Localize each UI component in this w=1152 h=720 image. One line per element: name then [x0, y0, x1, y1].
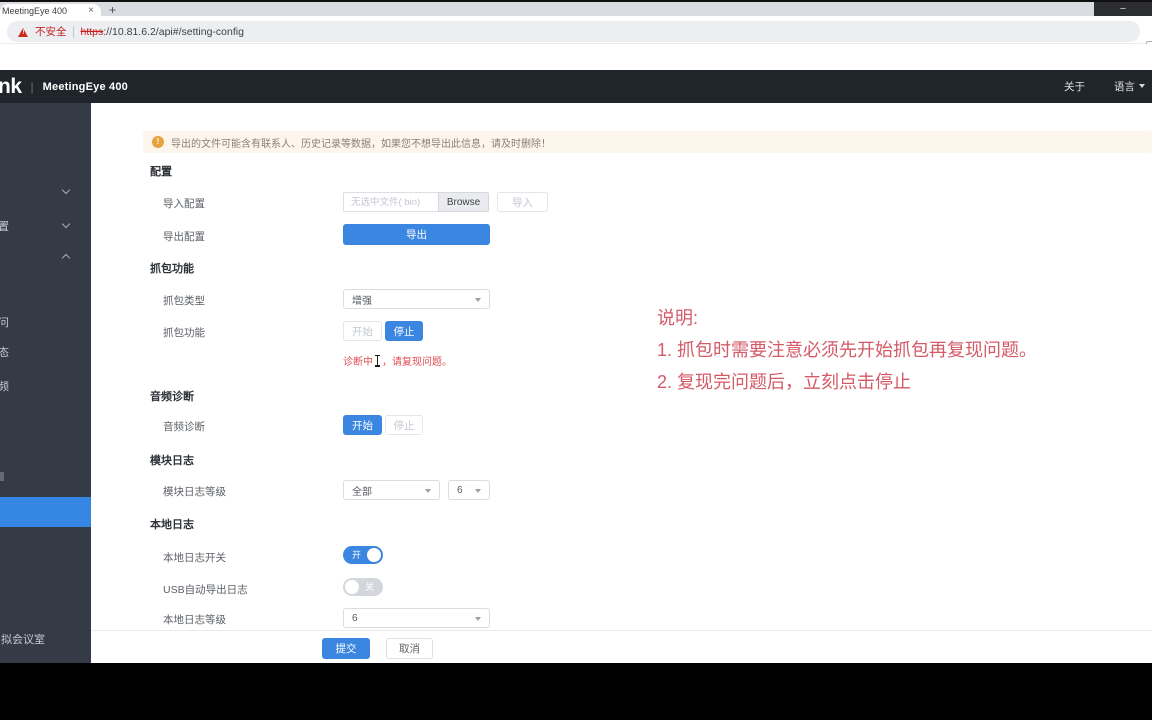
export-button[interactable]: 导出 — [343, 224, 490, 245]
module-log-level-label: 模块日志等级 — [163, 484, 226, 499]
local-log-level-select[interactable]: 6 — [343, 608, 490, 628]
module-log-number-value: 6 — [457, 485, 463, 496]
section-title-audio: 音频诊断 — [150, 388, 194, 404]
omnibox-divider — [73, 26, 74, 38]
sidebar-item-status[interactable]: 态 — [0, 344, 9, 360]
bookmarks-band — [0, 44, 1152, 70]
sidebar-item-partial[interactable] — [0, 472, 4, 481]
annotation-title: 说明: — [657, 302, 1037, 334]
capture-type-value: 增强 — [352, 292, 372, 307]
warning-banner-text: 导出的文件可能含有联系人、历史记录等数据，如果您不想导出此信息，请及时删除！ — [171, 135, 551, 150]
capture-type-select[interactable]: 增强 — [343, 289, 490, 309]
chevron-down-icon[interactable] — [62, 186, 70, 194]
usb-export-toggle[interactable]: 关 — [343, 578, 383, 596]
screen: MeetingEye 400 × + − ! 不安全 https ://10.8… — [0, 0, 1152, 720]
import-file-input[interactable] — [343, 192, 438, 212]
main-content: ! 导出的文件可能含有联系人、历史记录等数据，如果您不想导出此信息，请及时删除！… — [91, 103, 1152, 663]
select-caret-icon — [475, 617, 481, 621]
toggle-knob — [367, 548, 381, 562]
import-config-label: 导入配置 — [163, 196, 205, 211]
select-caret-icon — [475, 298, 481, 302]
module-log-number-select[interactable]: 6 — [448, 480, 490, 500]
language-caret-icon — [1139, 84, 1145, 88]
toggle-knob — [345, 580, 359, 594]
browser-toolbar: ! 不安全 https ://10.81.6.2/api#/setting-co… — [0, 16, 1152, 44]
sidebar-nav: 置 问 态 频 拟会议室 — [0, 103, 91, 663]
sidebar-item-selected[interactable] — [0, 497, 91, 527]
module-log-level-select[interactable]: 全部 — [343, 480, 440, 500]
module-log-level-value: 全部 — [352, 483, 372, 498]
security-warning-icon[interactable]: ! — [18, 27, 29, 37]
form-footer: 提交 取消 — [91, 630, 1152, 663]
local-log-toggle[interactable]: 开 — [343, 546, 383, 564]
about-link[interactable]: 关于 — [1064, 79, 1085, 94]
tab-title: MeetingEye 400 — [2, 6, 67, 16]
warning-circle-icon: ! — [152, 136, 164, 148]
capture-type-label: 抓包类型 — [163, 293, 205, 308]
app-header: nk | MeetingEye 400 关于 语言 — [0, 70, 1152, 103]
section-title-config: 配置 — [150, 163, 172, 179]
new-tab-icon[interactable]: + — [109, 3, 116, 17]
annotation-line-1: 1. 抓包时需要注意必须先开始抓包再复现问题。 — [657, 334, 1037, 366]
toggle-on-label: 开 — [352, 550, 361, 560]
capture-start-button[interactable]: 开始 — [343, 321, 382, 341]
local-log-level-label: 本地日志等级 — [163, 612, 226, 627]
section-title-module-log: 模块日志 — [150, 452, 194, 468]
sidebar-item-virtual-meeting-room[interactable]: 拟会议室 — [1, 631, 45, 647]
sidebar-item-access[interactable]: 问 — [0, 314, 9, 330]
local-log-switch-label: 本地日志开关 — [163, 550, 226, 565]
logo-divider: | — [31, 80, 34, 94]
url-text: ://10.81.6.2/api#/setting-config — [103, 26, 244, 38]
warning-banner: ! 导出的文件可能含有联系人、历史记录等数据，如果您不想导出此信息，请及时删除！ — [143, 131, 1152, 153]
chevron-down-icon[interactable] — [62, 220, 70, 228]
usb-export-label: USB自动导出日志 — [163, 582, 248, 597]
submit-button[interactable]: 提交 — [322, 638, 370, 659]
cancel-button[interactable]: 取消 — [386, 638, 433, 659]
select-caret-icon — [425, 489, 431, 493]
yealink-logo: nk — [0, 75, 22, 99]
letterbox-bar — [0, 663, 1152, 720]
browse-button[interactable]: Browse — [438, 192, 489, 212]
product-name: MeetingEye 400 — [43, 81, 128, 93]
minimize-icon[interactable]: − — [1120, 4, 1126, 14]
sidebar-item-audio-video[interactable]: 频 — [0, 378, 9, 394]
audio-diag-label: 音频诊断 — [163, 419, 205, 434]
toggle-off-label: 关 — [365, 582, 374, 592]
annotation-line-2: 2. 复现完问题后，立刻点击停止 — [657, 366, 1037, 398]
select-caret-icon — [475, 489, 481, 493]
text-cursor — [374, 355, 381, 367]
tab-strip: MeetingEye 400 × + − — [0, 0, 1152, 16]
address-bar[interactable]: ! 不安全 https ://10.81.6.2/api#/setting-co… — [7, 21, 1140, 42]
chevron-up-icon[interactable] — [62, 254, 70, 262]
language-link[interactable]: 语言 — [1114, 79, 1135, 94]
section-title-local-log: 本地日志 — [150, 516, 194, 532]
warning-exclamation: ! — [22, 30, 24, 36]
capture-stop-button[interactable]: 停止 — [385, 321, 423, 341]
audio-start-button[interactable]: 开始 — [343, 415, 382, 435]
local-log-level-value: 6 — [352, 613, 358, 624]
capture-status-text: 诊断中，请复现问题。 — [343, 353, 452, 368]
sidebar-item-settings[interactable]: 置 — [0, 218, 9, 234]
capture-func-label: 抓包功能 — [163, 325, 205, 340]
url-scheme: https — [81, 26, 104, 38]
export-config-label: 导出配置 — [163, 229, 205, 244]
import-button[interactable]: 导入 — [497, 192, 548, 212]
annotation-note: 说明: 1. 抓包时需要注意必须先开始抓包再复现问题。 2. 复现完问题后，立刻… — [657, 302, 1037, 398]
section-title-capture: 抓包功能 — [150, 260, 194, 276]
not-secure-label: 不安全 — [35, 24, 67, 39]
audio-stop-button[interactable]: 停止 — [385, 415, 423, 435]
